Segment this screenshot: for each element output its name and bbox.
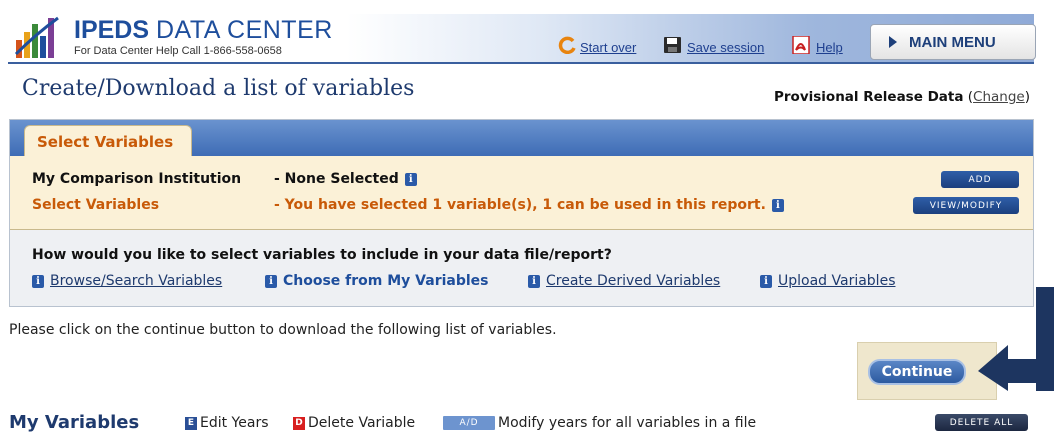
release-indicator: Provisional Release Data (Change): [774, 89, 1030, 105]
play-triangle-icon: [889, 36, 897, 48]
save-disk-icon[interactable]: [663, 36, 683, 54]
info-icon: i: [760, 274, 772, 288]
tab-bar: Select Variables: [10, 120, 1033, 157]
comparison-institution-text: - None Selected: [274, 171, 399, 187]
option-upload-variables[interactable]: i Upload Variables: [760, 273, 895, 289]
my-variables-heading: My Variables: [9, 412, 140, 433]
brand-primary: IPEDS: [74, 16, 150, 44]
delete-variable-text: Delete Variable: [308, 415, 416, 431]
ad-badge: A/D: [443, 416, 495, 430]
comparison-institution-value: - None Selected i: [274, 171, 417, 187]
change-release-link[interactable]: Change: [973, 89, 1025, 105]
modify-years-text: Modify years for all variables in a file: [498, 415, 757, 431]
tab-select-variables[interactable]: Select Variables: [24, 125, 192, 157]
info-icon[interactable]: i: [771, 198, 784, 212]
continue-box: Continue: [857, 342, 997, 400]
help-phone-line: For Data Center Help Call 1-866-558-0658: [74, 45, 282, 57]
option-choose-my-variables-label[interactable]: Choose from My Variables: [283, 273, 489, 289]
help-link[interactable]: Help: [816, 40, 843, 55]
info-icon[interactable]: i: [404, 172, 417, 186]
start-over-link[interactable]: Start over: [580, 40, 636, 55]
pointer-arrow-icon: [978, 287, 1054, 391]
brand-secondary: DATA CENTER: [155, 16, 333, 44]
comparison-institution-label: My Comparison Institution: [32, 171, 242, 187]
brand-name: IPEDS DATA CENTER: [74, 16, 333, 44]
brand-block: IPEDS DATA CENTER For Data Center Help C…: [74, 16, 333, 57]
main-menu-label: MAIN MENU: [909, 33, 996, 51]
info-icon: i: [265, 274, 277, 288]
option-create-derived[interactable]: i Create Derived Variables: [528, 273, 720, 289]
page-title: Create/Download a list of variables: [22, 76, 415, 101]
pdf-icon[interactable]: [792, 36, 812, 54]
select-variables-panel: Select Variables My Comparison Instituti…: [9, 119, 1034, 307]
edit-icon: E: [185, 416, 197, 430]
option-upload-variables-label[interactable]: Upload Variables: [778, 273, 895, 289]
info-icon: i: [528, 274, 540, 288]
option-browse-search-label[interactable]: Browse/Search Variables: [50, 273, 222, 289]
site-header: IPEDS DATA CENTER For Data Center Help C…: [8, 14, 1036, 64]
info-icon: i: [32, 274, 44, 288]
option-choose-my-variables[interactable]: i Choose from My Variables: [265, 273, 489, 289]
selected-variables-text: - You have selected 1 variable(s), 1 can…: [274, 197, 766, 213]
option-create-derived-label[interactable]: Create Derived Variables: [546, 273, 720, 289]
option-browse-search[interactable]: i Browse/Search Variables: [32, 273, 222, 289]
release-label: Provisional Release Data: [774, 89, 964, 105]
edit-years-text: Edit Years: [200, 415, 269, 431]
continue-button[interactable]: Continue: [868, 359, 966, 385]
modify-years-legend: A/D Modify years for all variables in a …: [443, 415, 756, 431]
ipeds-logo-icon: [14, 16, 59, 58]
delete-icon: D: [293, 416, 305, 430]
save-session-link[interactable]: Save session: [687, 40, 764, 55]
instruction-text: Please click on the continue button to d…: [9, 322, 557, 338]
edit-years-legend: E Edit Years: [185, 415, 269, 431]
delete-all-button[interactable]: DELETE ALL: [935, 414, 1028, 431]
delete-variable-legend: D Delete Variable: [293, 415, 415, 431]
view-modify-button[interactable]: VIEW/MODIFY: [913, 197, 1019, 214]
selection-summary: My Comparison Institution - None Selecte…: [10, 156, 1033, 230]
refresh-icon[interactable]: [558, 36, 578, 54]
select-variables-value: - You have selected 1 variable(s), 1 can…: [274, 197, 784, 213]
main-menu-button[interactable]: MAIN MENU: [870, 24, 1036, 60]
selection-question: How would you like to select variables t…: [32, 247, 612, 263]
add-button[interactable]: ADD: [941, 171, 1019, 188]
select-variables-label: Select Variables: [32, 197, 160, 213]
